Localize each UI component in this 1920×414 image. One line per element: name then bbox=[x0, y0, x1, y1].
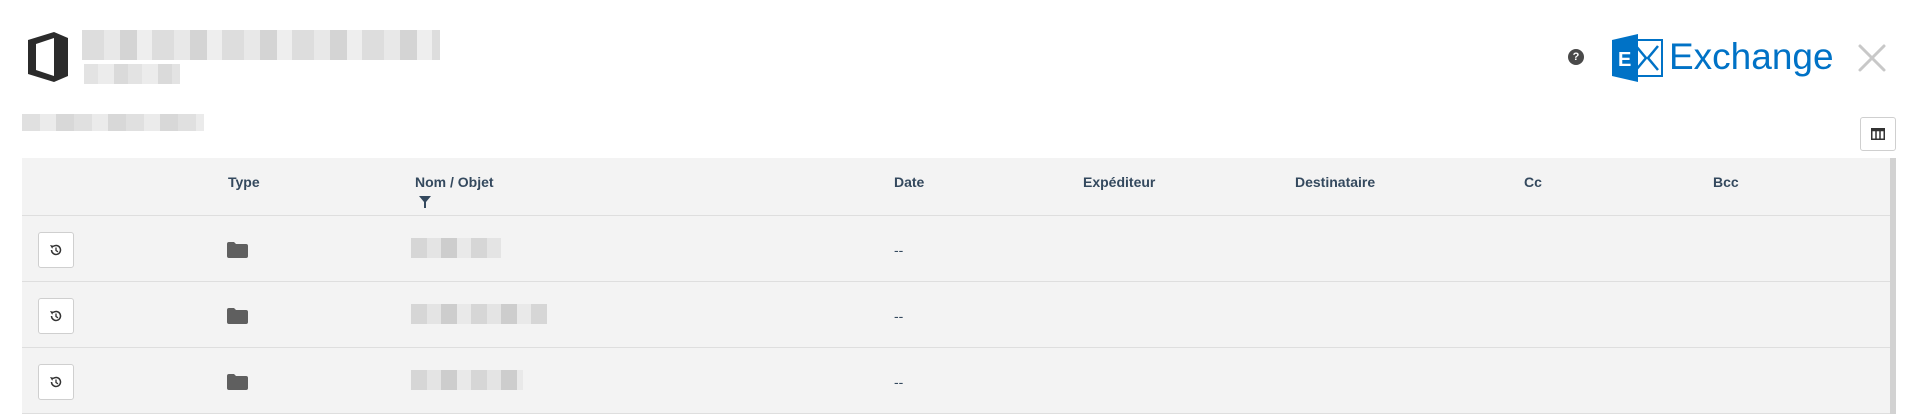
folder-icon bbox=[227, 374, 248, 390]
table-row[interactable]: -- bbox=[22, 282, 1890, 348]
column-header-bcc[interactable]: Bcc bbox=[1713, 174, 1739, 190]
filter-icon[interactable] bbox=[419, 196, 431, 208]
folder-icon bbox=[227, 308, 248, 324]
column-header-recipient[interactable]: Destinataire bbox=[1295, 174, 1375, 190]
messages-grid: Type Nom / Objet Date Expéditeur Destina… bbox=[22, 158, 1890, 414]
column-header-type[interactable]: Type bbox=[228, 174, 260, 190]
column-header-sender[interactable]: Expéditeur bbox=[1083, 174, 1155, 190]
table-row[interactable]: -- bbox=[22, 216, 1890, 282]
close-icon[interactable] bbox=[1852, 38, 1892, 78]
page-header: ? E Exchange bbox=[0, 0, 1920, 131]
svg-text:E: E bbox=[1618, 49, 1631, 71]
folder-icon bbox=[227, 242, 248, 258]
history-icon bbox=[50, 310, 62, 322]
history-icon bbox=[50, 244, 62, 256]
grid-scrollbar[interactable] bbox=[1890, 158, 1896, 414]
date-cell: -- bbox=[894, 374, 904, 390]
redacted-account-name bbox=[82, 30, 440, 60]
help-icon[interactable]: ? bbox=[1568, 49, 1584, 65]
history-icon bbox=[50, 376, 62, 388]
restore-history-button[interactable] bbox=[38, 298, 74, 334]
exchange-logo-icon: E bbox=[1612, 34, 1663, 82]
table-row[interactable]: -- bbox=[22, 348, 1890, 414]
columns-icon bbox=[1871, 128, 1885, 140]
column-header-cc[interactable]: Cc bbox=[1524, 174, 1542, 190]
column-header-name[interactable]: Nom / Objet bbox=[415, 174, 494, 190]
restore-history-button[interactable] bbox=[38, 364, 74, 400]
redacted-item-name bbox=[411, 370, 523, 390]
redacted-breadcrumb bbox=[22, 114, 204, 131]
date-cell: -- bbox=[894, 308, 904, 324]
date-cell: -- bbox=[894, 242, 904, 258]
redacted-account-subtitle bbox=[84, 64, 180, 84]
redacted-item-name bbox=[411, 304, 547, 324]
office-logo-icon bbox=[28, 32, 68, 82]
redacted-item-name bbox=[411, 238, 501, 258]
grid-header-row: Type Nom / Objet Date Expéditeur Destina… bbox=[22, 158, 1890, 216]
column-header-date[interactable]: Date bbox=[894, 174, 924, 190]
exchange-brand-label: Exchange bbox=[1669, 36, 1834, 77]
column-chooser-button[interactable] bbox=[1860, 117, 1896, 151]
restore-history-button[interactable] bbox=[38, 232, 74, 268]
